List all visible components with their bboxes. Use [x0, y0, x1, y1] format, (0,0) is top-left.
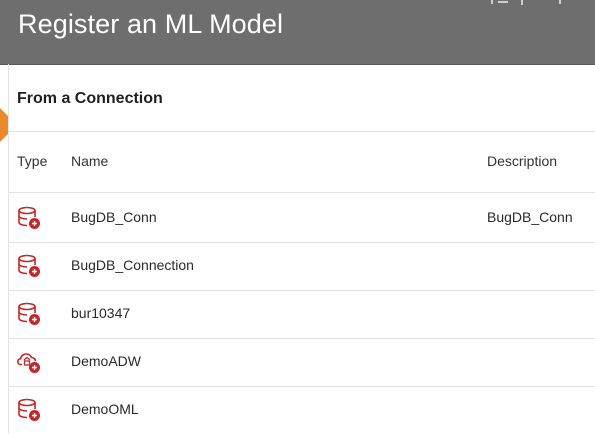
cloud-connection-icon: [16, 350, 41, 374]
connection-name: DemoADW: [71, 353, 142, 369]
column-header-type[interactable]: Type: [17, 153, 47, 169]
connection-name: BugDB_Connection: [71, 257, 194, 273]
database-connection-icon: [17, 206, 41, 230]
connection-name: DemoOML: [71, 401, 139, 417]
table-row[interactable]: BugDB_Connection: [9, 242, 595, 290]
column-header-description[interactable]: Description: [487, 153, 557, 169]
dialog-header: Register an ML Model: [0, 0, 595, 65]
section-title: From a Connection: [17, 90, 163, 107]
column-header-name[interactable]: Name: [71, 153, 108, 169]
header-divider: [9, 192, 595, 193]
selection-indicator: [0, 108, 8, 142]
header-decoration: [491, 0, 561, 5]
connection-description: BugDB_Conn: [487, 209, 573, 225]
database-connection-icon: [17, 254, 41, 278]
connection-name: bur10347: [71, 305, 131, 321]
connection-name: BugDB_Conn: [71, 209, 157, 225]
section-divider: [9, 131, 595, 132]
table-row[interactable]: DemoOML: [9, 386, 595, 434]
table-row[interactable]: DemoADW: [9, 338, 595, 386]
table-row[interactable]: bur10347: [9, 290, 595, 338]
dialog-title: Register an ML Model: [18, 9, 284, 39]
database-connection-icon: [17, 398, 41, 422]
database-connection-icon: [17, 302, 41, 326]
table-row[interactable]: BugDB_Conn BugDB_Conn: [9, 194, 595, 242]
